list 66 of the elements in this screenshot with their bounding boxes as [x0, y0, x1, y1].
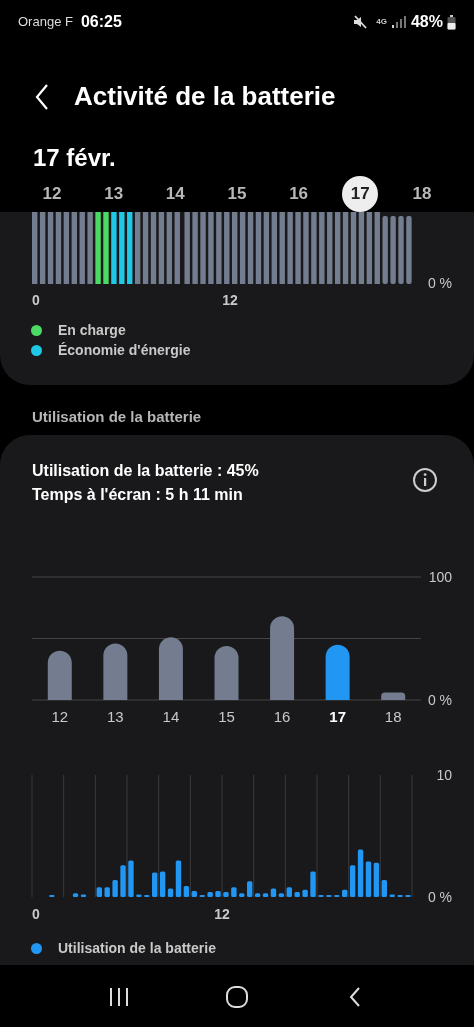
axis-label: 12	[222, 292, 238, 308]
battery-icon	[447, 14, 456, 30]
back-icon	[348, 985, 362, 1008]
axis-label: 17	[329, 708, 346, 725]
bar	[294, 892, 300, 897]
axis-label: 14	[162, 708, 180, 725]
bar	[112, 879, 118, 897]
legend-label: Utilisation de la batterie	[58, 939, 216, 958]
signal-icon	[390, 15, 407, 29]
bar	[47, 650, 72, 700]
axis-label: 12	[214, 906, 230, 922]
battery-percentage: 48%	[410, 12, 443, 32]
clock-time: 06:25	[80, 12, 122, 32]
info-button[interactable]	[412, 467, 438, 493]
axis-label: 15	[218, 708, 235, 725]
recents-icon	[108, 986, 130, 1007]
section-title: Utilisation de la batterie	[31, 407, 203, 427]
bar	[389, 894, 395, 897]
legend-label: En charge	[58, 321, 126, 340]
page-title: Activité de la batterie	[74, 81, 336, 113]
axis-label: 0	[32, 292, 40, 308]
day-tab[interactable]: 17	[342, 176, 379, 212]
axis-label: 100	[428, 569, 452, 585]
summary-text: Utilisation de la batterie : 45%	[32, 461, 259, 481]
axis-label: 16	[273, 708, 291, 725]
bar	[231, 887, 237, 897]
home-icon	[225, 984, 249, 1009]
bar	[302, 889, 308, 897]
axis-label: 12	[51, 708, 69, 725]
mute-icon	[352, 14, 369, 30]
legend-label: Économie d'énergie	[58, 341, 191, 360]
bar	[104, 887, 110, 897]
bar	[158, 637, 183, 700]
carrier-name: Orange F	[18, 13, 73, 32]
network-type-label: 4G	[376, 18, 387, 26]
summary-text: Temps à l'écran : 5 h 11 min	[32, 485, 244, 505]
day-tab[interactable]: 13	[95, 176, 132, 212]
bar	[223, 892, 229, 897]
bar	[239, 893, 245, 897]
axis-label: 0	[32, 906, 40, 922]
axis-label: 0 %	[427, 692, 452, 708]
bar	[214, 645, 239, 700]
axis-label: 13	[107, 708, 124, 725]
bar	[381, 692, 406, 700]
bar	[96, 887, 102, 897]
axis-label: 0 %	[427, 275, 452, 291]
day-tab[interactable]: 12	[34, 176, 70, 212]
bar	[325, 644, 350, 700]
axis-label: 0 %	[427, 889, 452, 905]
bar	[128, 860, 134, 897]
bar	[207, 892, 213, 897]
bar	[103, 643, 128, 700]
home-button[interactable]	[225, 984, 249, 1008]
bar	[310, 871, 316, 897]
date-title: 17 févr.	[32, 143, 117, 173]
bar	[136, 894, 142, 897]
day-tab[interactable]: 18	[403, 176, 440, 212]
info-icon	[412, 467, 438, 493]
day-tab[interactable]: 15	[218, 176, 255, 212]
axis-label: 18	[384, 708, 402, 725]
back-icon	[34, 83, 50, 111]
bar	[215, 890, 221, 897]
axis-label: 10	[436, 767, 452, 783]
day-tab[interactable]: 16	[280, 176, 317, 212]
bar	[120, 865, 126, 897]
day-tab[interactable]: 14	[157, 176, 194, 212]
